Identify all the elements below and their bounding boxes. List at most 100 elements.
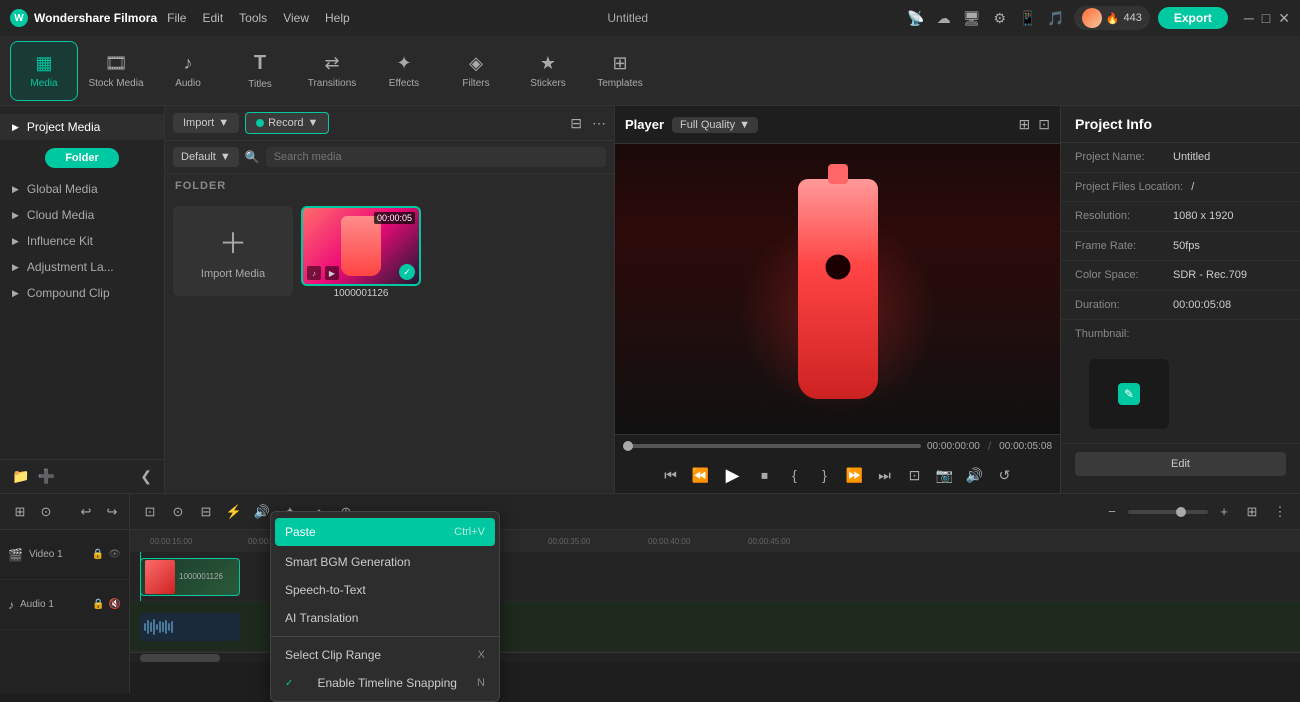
tool-templates[interactable]: ⊞ Templates: [586, 41, 654, 101]
player-video[interactable]: [615, 144, 1060, 434]
mark-in-button[interactable]: {: [783, 463, 807, 487]
redo-button[interactable]: ↪: [100, 500, 124, 524]
frame-forward-button[interactable]: ⏩: [843, 463, 867, 487]
menu-help[interactable]: Help: [325, 11, 350, 25]
sidebar-item-global-media[interactable]: ▶ Global Media: [0, 176, 164, 202]
ctx-paste[interactable]: Paste Ctrl+V: [275, 518, 495, 546]
tl-options-button[interactable]: ⋮: [1268, 500, 1292, 524]
monitor-icon[interactable]: 🖥: [962, 8, 982, 28]
ctx-select-clip-range[interactable]: Select Clip Range X: [271, 641, 499, 669]
notifications-icon[interactable]: 📡: [906, 8, 926, 28]
default-button[interactable]: Default ▼: [173, 147, 239, 167]
tool-titles-label: Titles: [248, 79, 272, 90]
player-controls: ⏮ ⏪ ▶ ⏹ { } ⏩ ⏭ ⊡ 📷 🔊 ↺: [615, 457, 1060, 493]
close-button[interactable]: ✕: [1278, 10, 1290, 27]
sidebar-item-compound-clip[interactable]: ▶ Compound Clip: [0, 280, 164, 306]
video-lock-icon[interactable]: 🔒: [92, 549, 104, 560]
record-button[interactable]: Record ▼: [245, 112, 329, 134]
motion-track-button[interactable]: ⊙: [34, 500, 58, 524]
volume-button[interactable]: 🔊: [963, 463, 987, 487]
audio-clip[interactable]: [140, 613, 240, 641]
transitions-icon: ⇄: [324, 53, 339, 74]
media-thumbnail[interactable]: 00:00:05 ♪ ▶ ✓ 1000001126: [301, 206, 421, 485]
sidebar-item-influence-kit[interactable]: ▶ Influence Kit: [0, 228, 164, 254]
sidebar-item-project-media[interactable]: ▶ Project Media: [0, 114, 164, 140]
record-label: Record: [268, 117, 303, 129]
rotate-button[interactable]: ↺: [993, 463, 1017, 487]
zoom-in-button[interactable]: +: [1212, 500, 1236, 524]
clip-thumbnail: [145, 560, 175, 594]
tool-filters[interactable]: ◈ Filters: [442, 41, 510, 101]
tool-media[interactable]: ▦ Media: [10, 41, 78, 101]
stickers-icon: ★: [540, 53, 556, 74]
mark-out-button[interactable]: }: [813, 463, 837, 487]
tool-transitions[interactable]: ⇄ Transitions: [298, 41, 366, 101]
tool-stickers[interactable]: ★ Stickers: [514, 41, 582, 101]
tool-stock-label: Stock Media: [88, 78, 143, 89]
sidebar-item-cloud-media[interactable]: ▶ Cloud Media: [0, 202, 164, 228]
settings-icon[interactable]: ⚙: [990, 8, 1010, 28]
ctx-smart-bgm[interactable]: Smart BGM Generation: [271, 548, 499, 576]
devices-icon[interactable]: 📱: [1018, 8, 1038, 28]
add-folder-icon[interactable]: 📁: [12, 468, 29, 485]
scrollbar-thumb[interactable]: [140, 654, 220, 662]
minimize-button[interactable]: ─: [1244, 10, 1254, 27]
edit-info-button[interactable]: Edit: [1075, 452, 1286, 476]
wave-bar: [147, 620, 149, 634]
video-eye-icon[interactable]: 👁: [108, 549, 121, 560]
player-progress-bar[interactable]: [623, 444, 921, 448]
tl-grid-button[interactable]: ⊞: [1240, 500, 1264, 524]
tl-snap-button[interactable]: ⊡: [138, 500, 162, 524]
audio-lock-icon[interactable]: 🔒: [92, 599, 104, 610]
import-button[interactable]: Import ▼: [173, 113, 239, 133]
menu-view[interactable]: View: [283, 11, 309, 25]
tl-speed-button[interactable]: ⚡: [222, 500, 246, 524]
menu-tools[interactable]: Tools: [239, 11, 267, 25]
skip-forward-button[interactable]: ⏭: [873, 463, 897, 487]
ctx-ai-translation[interactable]: AI Translation: [271, 604, 499, 632]
sidebar-item-adjustment[interactable]: ▶ Adjustment La...: [0, 254, 164, 280]
frame-back-button[interactable]: ⏪: [689, 463, 713, 487]
audio-mute-icon[interactable]: 🔇: [109, 599, 121, 610]
export-button[interactable]: Export: [1158, 7, 1228, 29]
video-clip[interactable]: 1000001126: [140, 558, 240, 596]
menu-file[interactable]: File: [167, 11, 186, 25]
playhead: [140, 552, 141, 601]
music-icon[interactable]: 🎵: [1046, 8, 1066, 28]
thumbnail-edit-icon[interactable]: ✎: [1118, 383, 1140, 405]
grid-view-icon[interactable]: ⊞: [1019, 116, 1031, 133]
collapse-panel-icon[interactable]: ❮: [140, 468, 152, 485]
title-bar: W Wondershare Filmora File Edit Tools Vi…: [0, 0, 1300, 36]
tool-stock-media[interactable]: 🎞 Stock Media: [82, 41, 150, 101]
cloud-icon[interactable]: ☁: [934, 8, 954, 28]
tool-effects[interactable]: ✦ Effects: [370, 41, 438, 101]
filter-icon[interactable]: ⊟: [570, 115, 582, 132]
user-badge[interactable]: 🔥 443: [1074, 6, 1150, 30]
zoom-slider[interactable]: [1128, 510, 1208, 514]
bottle-cap: [828, 164, 848, 184]
tool-titles[interactable]: T Titles: [226, 41, 294, 101]
tl-trim-button[interactable]: ⊟: [194, 500, 218, 524]
snap-button[interactable]: ⊡: [903, 463, 927, 487]
zoom-out-button[interactable]: −: [1100, 500, 1124, 524]
quality-selector[interactable]: Full Quality ▼: [672, 117, 758, 133]
tool-stickers-label: Stickers: [530, 78, 566, 89]
menu-edit[interactable]: Edit: [202, 11, 223, 25]
more-options-icon[interactable]: ⋯: [592, 115, 606, 132]
snapshot-button[interactable]: 📷: [933, 463, 957, 487]
tl-ripple-button[interactable]: ⊙: [166, 500, 190, 524]
tool-audio[interactable]: ♪ Audio: [154, 41, 222, 101]
play-button[interactable]: ▶: [719, 461, 747, 489]
fullscreen-icon[interactable]: ⊡: [1038, 116, 1050, 133]
add-item-icon[interactable]: ➕: [37, 468, 54, 485]
ctx-speech-to-text[interactable]: Speech-to-Text: [271, 576, 499, 604]
group-button[interactable]: ⊞: [8, 500, 32, 524]
undo-button[interactable]: ↩: [74, 500, 98, 524]
ctx-speech-label: Speech-to-Text: [285, 583, 366, 597]
stop-button[interactable]: ⏹: [753, 463, 777, 487]
maximize-button[interactable]: □: [1262, 10, 1270, 27]
search-input[interactable]: [266, 147, 606, 167]
skip-back-button[interactable]: ⏮: [659, 463, 683, 487]
folder-button[interactable]: Folder: [45, 148, 119, 168]
import-media-tile[interactable]: ＋ Import Media: [173, 206, 293, 296]
